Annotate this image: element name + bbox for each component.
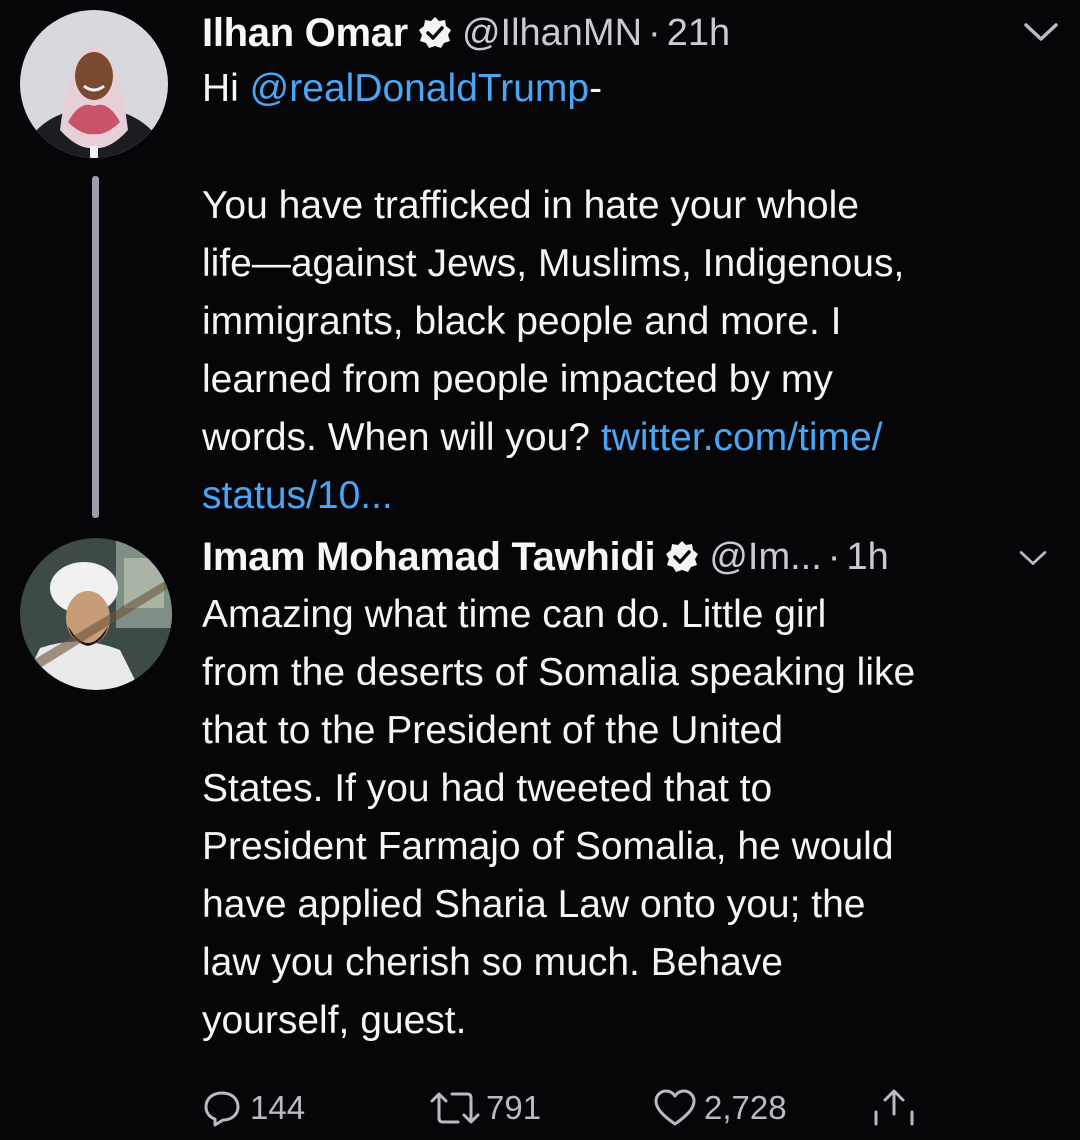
tweet1-greeting-suffix: - xyxy=(589,67,603,110)
profile-photo-icon xyxy=(20,538,172,690)
reply-icon xyxy=(204,1091,240,1127)
verified-badge-icon xyxy=(666,541,699,572)
imam-tawhidi-avatar[interactable] xyxy=(20,538,172,690)
tweet2-separator: · xyxy=(827,535,841,578)
ilhan-omar-avatar[interactable] xyxy=(20,10,168,158)
chevron-down-icon[interactable] xyxy=(1018,548,1048,568)
tweet1-greeting: Hi @realDonaldTrump- xyxy=(202,60,602,118)
heart-icon xyxy=(654,1089,696,1126)
tweet1-url-link-part1[interactable]: twitter.com/time/ xyxy=(601,416,883,459)
tweet1-greeting-text: Hi xyxy=(202,67,250,110)
retweet-icon xyxy=(430,1092,480,1124)
tweet1-handle[interactable]: @IlhanMN xyxy=(462,12,642,55)
tweet1-link-continuation: status/10... xyxy=(202,467,393,515)
retweet-count: 791 xyxy=(486,1089,542,1126)
share-button[interactable] xyxy=(870,1088,918,1128)
tweet2-author-name[interactable]: Imam Mohamad Tawhidi xyxy=(202,535,656,580)
tweet1-author-name[interactable]: Ilhan Omar xyxy=(202,11,408,56)
tweet2-header: Imam Mohamad Tawhidi @Im... · 1h xyxy=(202,533,889,581)
mention-link[interactable]: @realDonaldTrump xyxy=(250,67,589,110)
tweet1-body: You have trafficked in hate your whole l… xyxy=(202,177,1062,467)
profile-photo-icon xyxy=(20,10,168,158)
reply-count: 144 xyxy=(250,1089,306,1126)
tweet1-timestamp[interactable]: 21h xyxy=(667,12,730,55)
tweet1-url-link-part2[interactable]: status/10... xyxy=(202,474,393,515)
like-button[interactable]: 2,728 xyxy=(652,1088,787,1128)
like-count: 2,728 xyxy=(704,1089,787,1126)
tweet2-handle[interactable]: @Im... xyxy=(709,536,821,579)
retweet-button[interactable]: 791 xyxy=(428,1088,541,1128)
share-icon xyxy=(874,1089,914,1126)
verified-badge-icon xyxy=(418,17,451,48)
tweet-thread-screen: Ilhan Omar @IlhanMN · 21h Hi @realDonald… xyxy=(0,0,1080,1140)
chevron-down-icon[interactable] xyxy=(1022,20,1060,44)
tweet2-timestamp[interactable]: 1h xyxy=(846,536,888,579)
tweet2-body: Amazing what time can do. Little girl fr… xyxy=(202,593,916,1042)
tweet1-separator: · xyxy=(648,11,661,54)
thread-connector-line xyxy=(92,176,99,518)
reply-button[interactable]: 144 xyxy=(202,1088,305,1128)
tweet1-header: Ilhan Omar @IlhanMN · 21h xyxy=(202,10,730,56)
